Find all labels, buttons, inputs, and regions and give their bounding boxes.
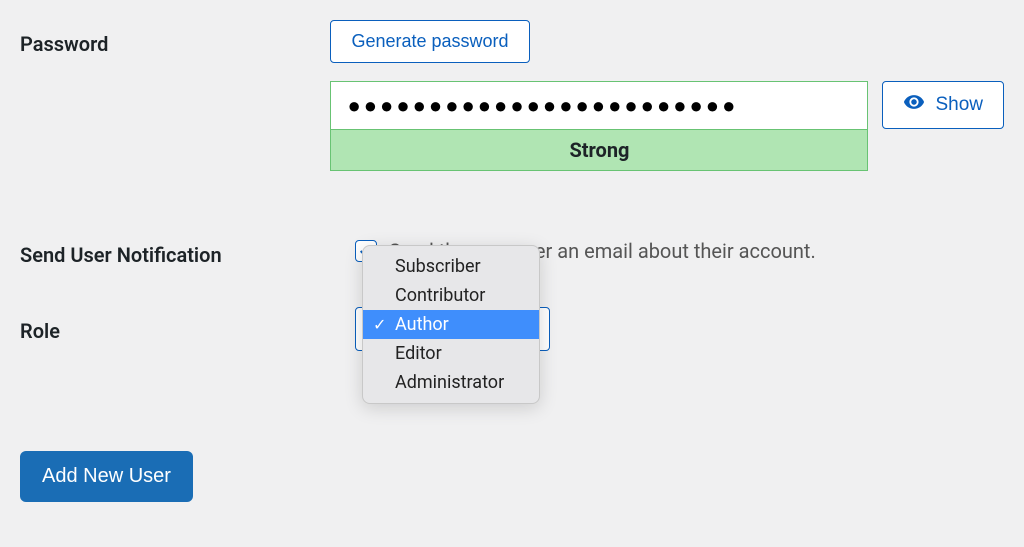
role-control-area: Subscriber Contributor ✓ Author Editor A… [355, 307, 1004, 351]
generate-password-button[interactable]: Generate password [330, 20, 529, 63]
role-option-administrator[interactable]: Administrator [363, 368, 539, 397]
password-input[interactable]: ●●●●●●●●●●●●●●●●●●●●●●●● [330, 81, 868, 129]
password-box: ●●●●●●●●●●●●●●●●●●●●●●●● Strong [330, 81, 868, 171]
add-new-user-button[interactable]: Add New User [20, 451, 193, 502]
role-label: Role [20, 307, 355, 343]
password-input-row: ●●●●●●●●●●●●●●●●●●●●●●●● Strong Show [330, 81, 1004, 171]
password-strength-indicator: Strong [330, 129, 868, 171]
eye-icon [903, 91, 925, 119]
role-option-author[interactable]: ✓ Author [363, 310, 539, 339]
notification-label: Send User Notification [20, 231, 355, 267]
role-row: Role Subscriber Contributor ✓ Author Edi… [20, 307, 1004, 351]
checkmark-icon: ✓ [373, 315, 386, 334]
password-row: Password Generate password ●●●●●●●●●●●●●… [20, 20, 1004, 171]
show-password-button[interactable]: Show [882, 81, 1004, 129]
role-option-editor[interactable]: Editor [363, 339, 539, 368]
role-dropdown: Subscriber Contributor ✓ Author Editor A… [362, 245, 540, 404]
password-label: Password [20, 20, 330, 56]
role-option-contributor[interactable]: Contributor [363, 281, 539, 310]
show-button-label: Show [935, 94, 983, 116]
role-option-subscriber[interactable]: Subscriber [363, 252, 539, 281]
password-control-area: Generate password ●●●●●●●●●●●●●●●●●●●●●●… [330, 20, 1004, 171]
